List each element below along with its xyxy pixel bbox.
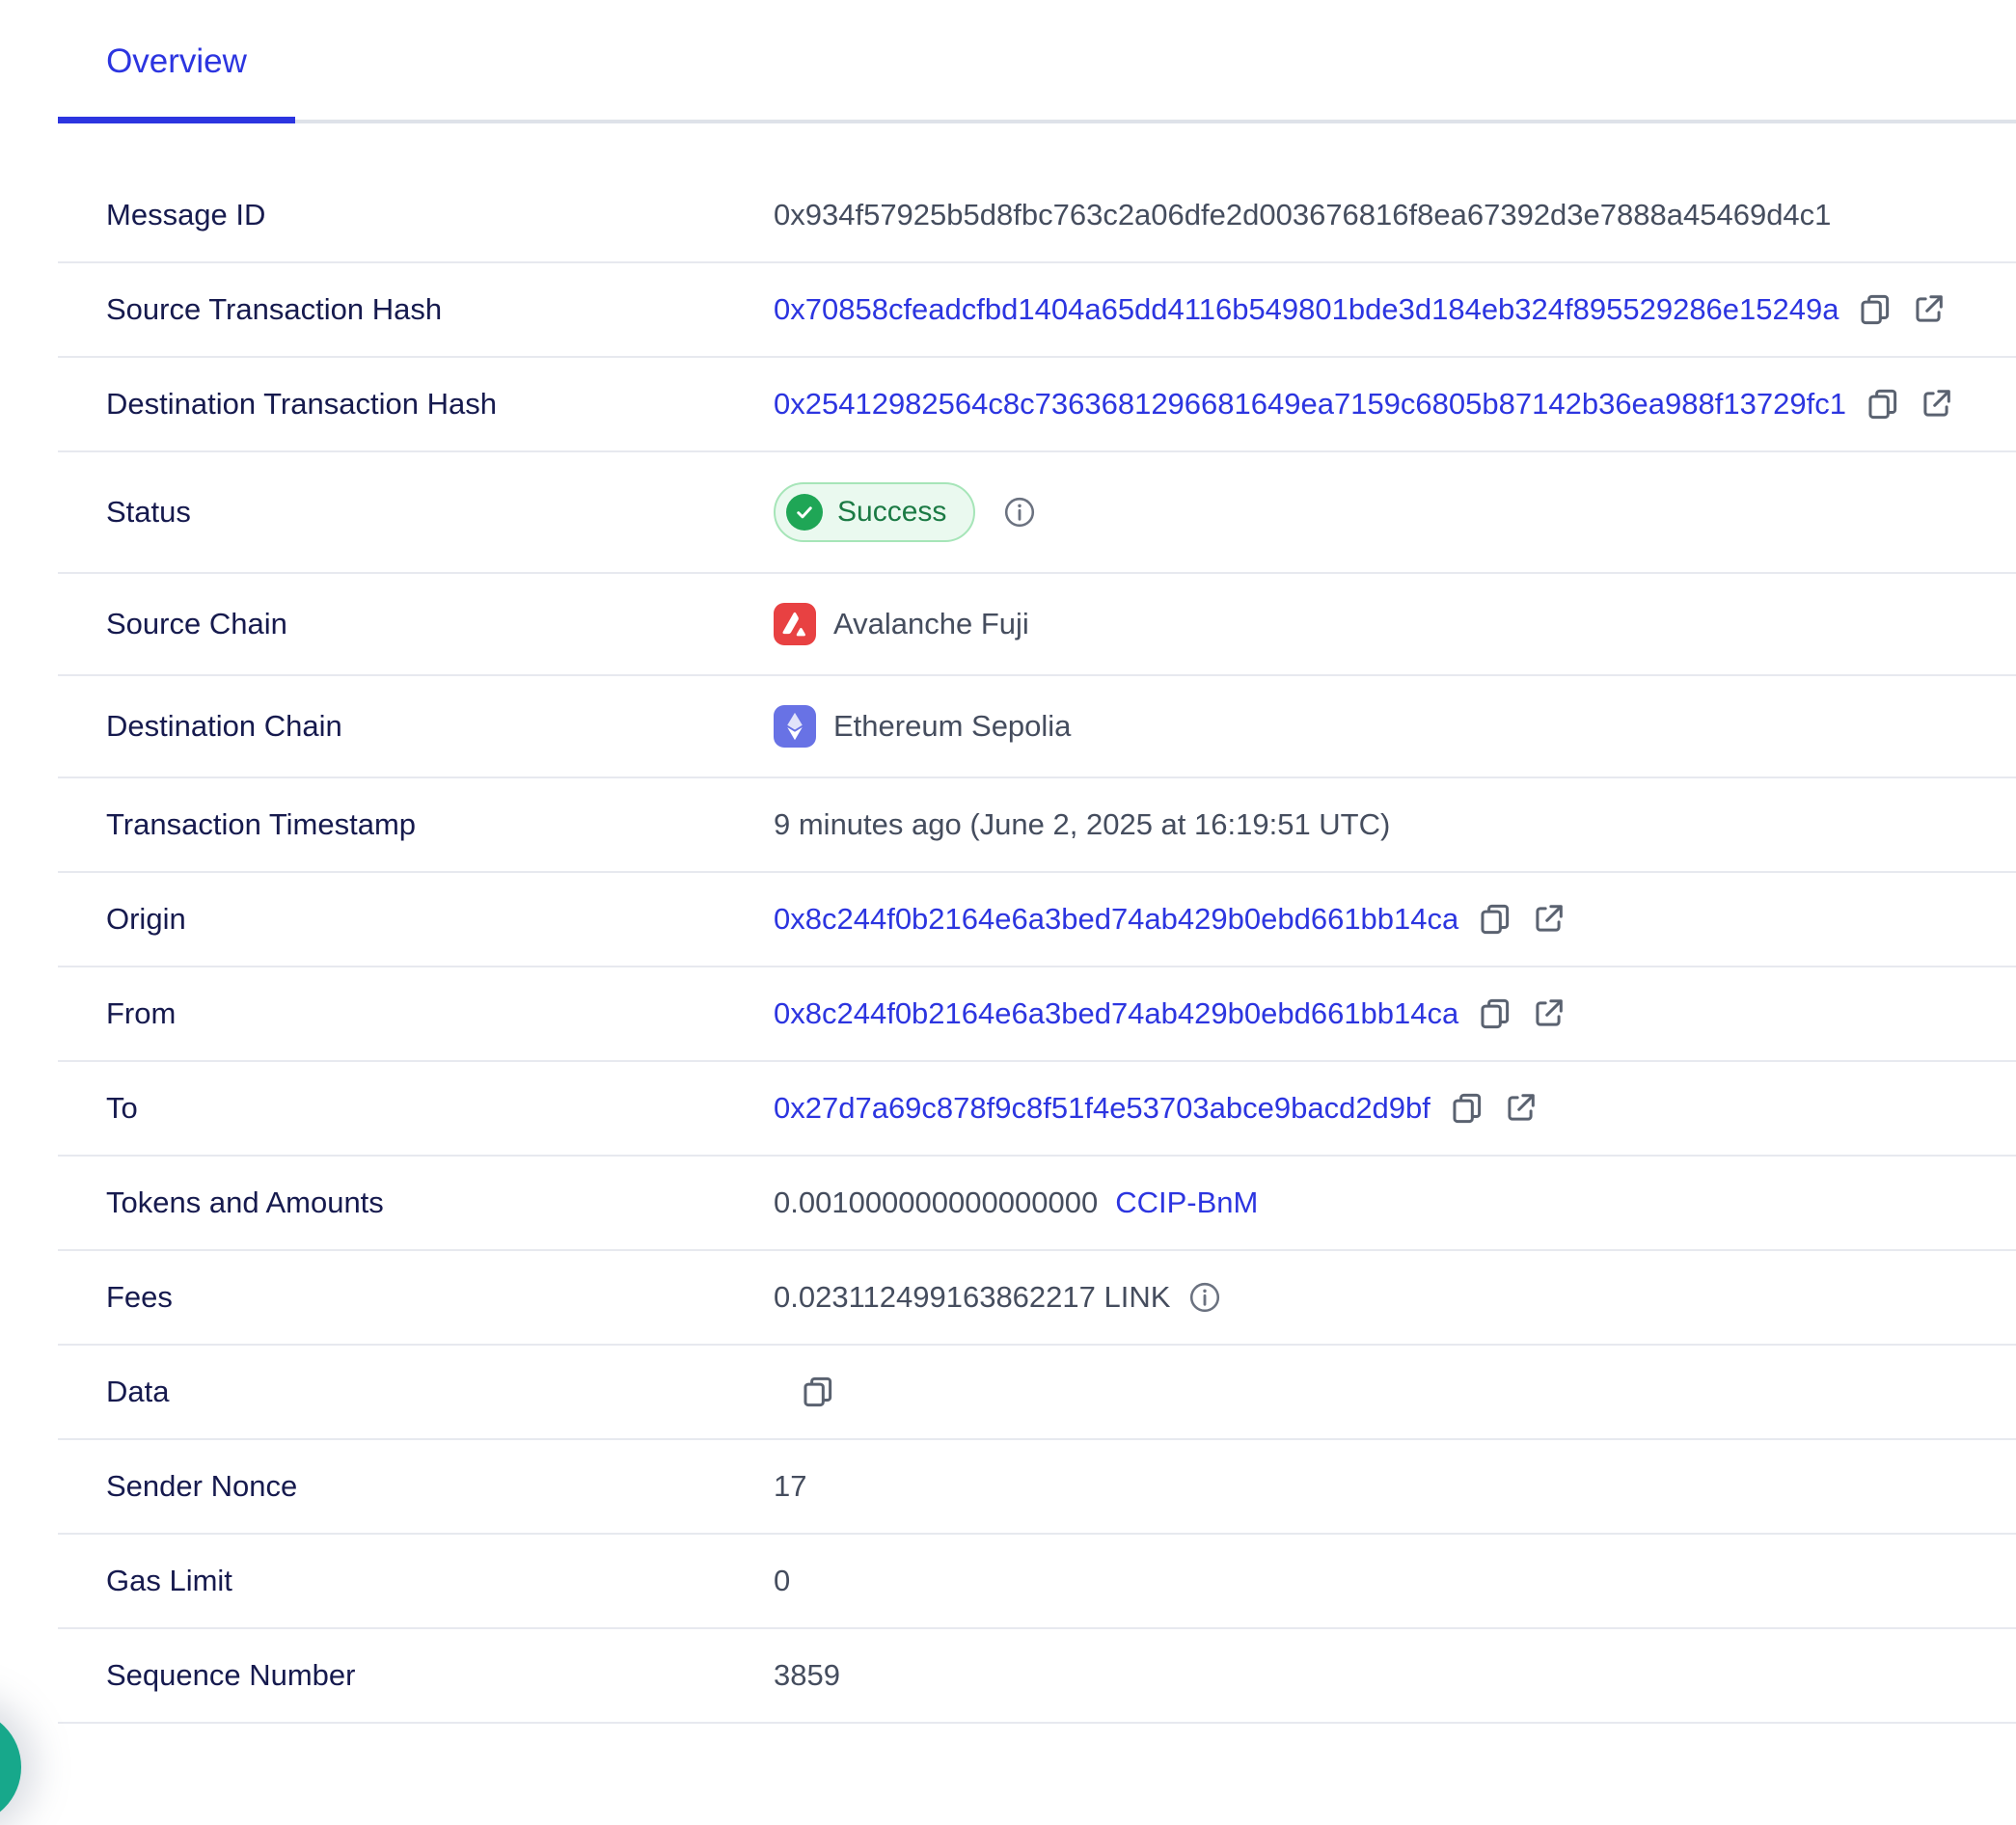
tokens-and-amounts-label: Tokens and Amounts xyxy=(58,1185,774,1220)
transaction-details-table: Message ID 0x934f57925b5d8fbc763c2a06dfe… xyxy=(0,169,2016,1724)
tab-bar: Overview xyxy=(0,0,2016,123)
gas-limit-label: Gas Limit xyxy=(58,1564,774,1598)
avalanche-icon xyxy=(774,603,816,645)
check-icon xyxy=(786,494,823,531)
gas-limit-value: 0 xyxy=(774,1564,790,1598)
table-row-to: To 0x27d7a69c878f9c8f51f4e53703abce9bacd… xyxy=(58,1062,2016,1157)
copy-icon[interactable] xyxy=(1476,901,1512,938)
table-row-status: Status Success xyxy=(58,452,2016,574)
status-badge: Success xyxy=(774,482,975,542)
info-icon[interactable] xyxy=(1002,495,1037,530)
from-address-link[interactable]: 0x8c244f0b2164e6a3bed74ab429b0ebd661bb14… xyxy=(774,996,1458,1031)
sequence-number-value: 3859 xyxy=(774,1658,840,1693)
status-label: Status xyxy=(58,495,774,530)
to-label: To xyxy=(58,1091,774,1126)
table-row-data: Data xyxy=(58,1346,2016,1440)
external-link-icon[interactable] xyxy=(1918,386,1954,422)
destination-tx-hash-label: Destination Transaction Hash xyxy=(58,387,774,422)
copy-icon[interactable] xyxy=(1856,291,1893,328)
origin-label: Origin xyxy=(58,902,774,937)
copy-icon[interactable] xyxy=(1476,995,1512,1032)
ethereum-icon xyxy=(774,705,816,748)
info-icon[interactable] xyxy=(1187,1280,1222,1315)
table-row-message-id: Message ID 0x934f57925b5d8fbc763c2a06dfe… xyxy=(58,169,2016,263)
table-row-source-tx-hash: Source Transaction Hash 0x70858cfeadcfbd… xyxy=(58,263,2016,358)
source-tx-hash-label: Source Transaction Hash xyxy=(58,292,774,327)
data-label: Data xyxy=(58,1375,774,1409)
table-row-gas-limit: Gas Limit 0 xyxy=(58,1535,2016,1629)
copy-icon[interactable] xyxy=(1448,1090,1485,1127)
table-row-tokens-and-amounts: Tokens and Amounts 0.001000000000000000 … xyxy=(58,1157,2016,1251)
table-row-origin: Origin 0x8c244f0b2164e6a3bed74ab429b0ebd… xyxy=(58,873,2016,967)
status-badge-text: Success xyxy=(837,496,946,529)
timestamp-value: 9 minutes ago (June 2, 2025 at 16:19:51 … xyxy=(774,807,1390,842)
timestamp-label: Transaction Timestamp xyxy=(58,807,774,842)
external-link-icon[interactable] xyxy=(1910,291,1947,328)
table-row-from: From 0x8c244f0b2164e6a3bed74ab429b0ebd66… xyxy=(58,967,2016,1062)
token-name-link[interactable]: CCIP-BnM xyxy=(1115,1185,1258,1220)
sequence-number-label: Sequence Number xyxy=(58,1658,774,1693)
external-link-icon[interactable] xyxy=(1502,1090,1539,1127)
tab-overview[interactable]: Overview xyxy=(58,4,295,120)
table-row-sender-nonce: Sender Nonce 17 xyxy=(58,1440,2016,1535)
source-chain-name: Avalanche Fuji xyxy=(833,607,1029,641)
destination-chain-name: Ethereum Sepolia xyxy=(833,709,1071,744)
fees-label: Fees xyxy=(58,1280,774,1315)
from-label: From xyxy=(58,996,774,1031)
sender-nonce-label: Sender Nonce xyxy=(58,1469,774,1504)
copy-icon[interactable] xyxy=(1864,386,1900,422)
help-widget[interactable] xyxy=(0,1709,21,1825)
table-row-destination-chain: Destination Chain Ethereum Sepolia xyxy=(58,676,2016,778)
table-row-sequence-number: Sequence Number 3859 xyxy=(58,1629,2016,1724)
destination-tx-hash-link[interactable]: 0x25412982564c8c7363681296681649ea7159c6… xyxy=(774,387,1846,422)
source-tx-hash-link[interactable]: 0x70858cfeadcfbd1404a65dd4116b549801bde3… xyxy=(774,292,1839,327)
destination-chain-label: Destination Chain xyxy=(58,709,774,744)
table-row-timestamp: Transaction Timestamp 9 minutes ago (Jun… xyxy=(58,778,2016,873)
message-id-label: Message ID xyxy=(58,198,774,232)
table-row-source-chain: Source Chain Avalanche Fuji xyxy=(58,574,2016,676)
external-link-icon[interactable] xyxy=(1530,995,1566,1032)
external-link-icon[interactable] xyxy=(1530,901,1566,938)
message-id-value: 0x934f57925b5d8fbc763c2a06dfe2d003676816… xyxy=(774,198,1831,232)
table-row-fees: Fees 0.023112499163862217 LINK xyxy=(58,1251,2016,1346)
source-chain-label: Source Chain xyxy=(58,607,774,641)
tab-active-indicator xyxy=(58,117,295,123)
table-row-destination-tx-hash: Destination Transaction Hash 0x254129825… xyxy=(58,358,2016,452)
sender-nonce-value: 17 xyxy=(774,1469,806,1504)
origin-address-link[interactable]: 0x8c244f0b2164e6a3bed74ab429b0ebd661bb14… xyxy=(774,902,1458,937)
fees-value: 0.023112499163862217 LINK xyxy=(774,1280,1170,1315)
token-amount: 0.001000000000000000 xyxy=(774,1185,1098,1220)
to-address-link[interactable]: 0x27d7a69c878f9c8f51f4e53703abce9bacd2d9… xyxy=(774,1091,1430,1126)
copy-icon[interactable] xyxy=(799,1374,835,1410)
tab-bar-divider xyxy=(58,120,2016,123)
